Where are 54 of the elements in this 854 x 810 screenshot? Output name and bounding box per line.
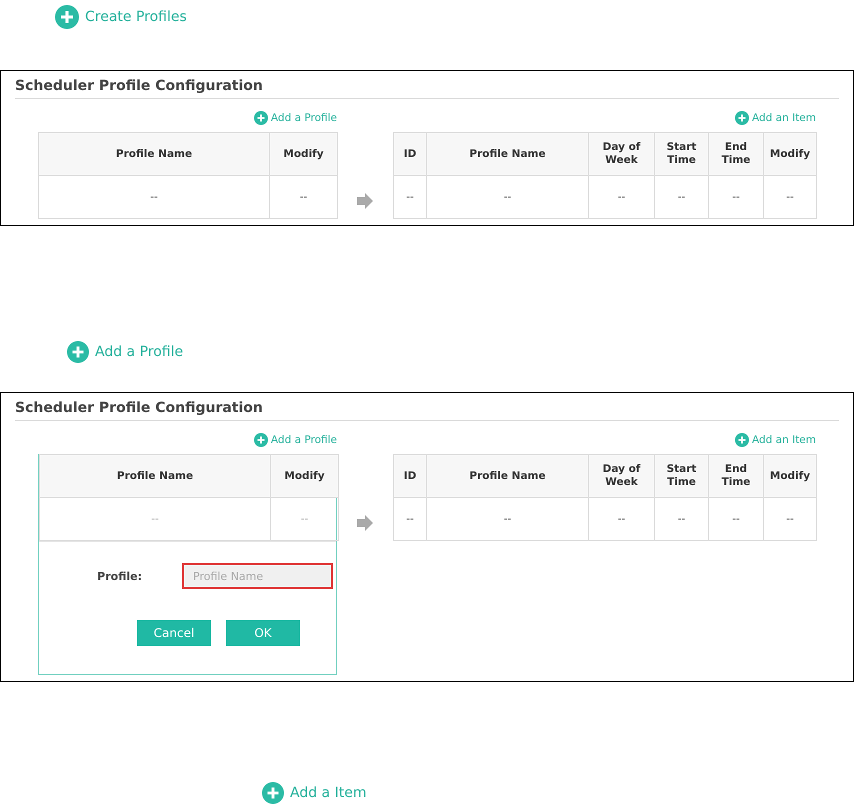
column-header: Modify: [764, 132, 816, 176]
step-link[interactable]: Add a Item: [262, 782, 366, 804]
add-icon: [735, 111, 749, 125]
table-cell: --: [708, 498, 764, 540]
table-cell: --: [588, 176, 654, 218]
cancel-button[interactable]: Cancel: [137, 620, 211, 646]
table-cell: --: [654, 176, 708, 218]
step-link[interactable]: Add a Profile: [67, 341, 184, 363]
column-header: Start Time: [654, 454, 708, 498]
add-icon: [254, 433, 268, 447]
panel-title: Scheduler Profile Configuration: [15, 399, 263, 417]
table-cell: --: [394, 498, 426, 540]
column-header: Profile Name: [426, 132, 588, 176]
column-header: Modify: [764, 454, 816, 498]
arrow-icon: [357, 193, 373, 209]
add-icon: [735, 433, 749, 447]
add-icon: [262, 782, 284, 804]
add-icon: [55, 5, 79, 29]
column-header: Profile Name: [40, 454, 270, 498]
add-item-link[interactable]: Add an Item: [735, 109, 816, 127]
table-cell: --: [708, 176, 764, 218]
column-header: Profile Name: [38, 132, 270, 176]
ok-button[interactable]: OK: [226, 620, 300, 646]
column-header: ID: [394, 132, 426, 176]
table-cell: --: [38, 176, 270, 218]
step-link[interactable]: Create Profiles: [55, 5, 187, 29]
column-header: Profile Name: [426, 454, 588, 498]
add-icon: [67, 341, 89, 363]
column-header: Start Time: [654, 132, 708, 176]
table-cell: --: [588, 498, 654, 540]
add-item-link[interactable]: Add an Item: [735, 431, 816, 449]
column-header: Modify: [270, 132, 338, 176]
table-cell: --: [654, 498, 708, 540]
table-cell: --: [394, 176, 426, 218]
add-profile-link[interactable]: Add a Profile: [254, 109, 337, 127]
panel-title: Scheduler Profile Configuration: [15, 77, 263, 95]
table-cell: --: [40, 498, 270, 540]
arrow-icon: [357, 515, 373, 531]
column-header: Day of Week: [588, 454, 654, 498]
table-cell: --: [270, 498, 338, 540]
profile-name-field[interactable]: Profile Name: [182, 563, 333, 589]
add-icon: [254, 111, 268, 125]
field-label: Profile:: [96, 570, 142, 582]
table-cell: --: [426, 498, 588, 540]
table-cell: --: [270, 176, 338, 218]
table-cell: --: [764, 498, 816, 540]
column-header: End Time: [708, 132, 764, 176]
column-header: ID: [394, 454, 426, 498]
table-cell: --: [426, 176, 588, 218]
table-cell: --: [764, 176, 816, 218]
column-header: End Time: [708, 454, 764, 498]
column-header: Modify: [270, 454, 338, 498]
column-header: Day of Week: [588, 132, 654, 176]
add-profile-link[interactable]: Add a Profile: [254, 431, 337, 449]
